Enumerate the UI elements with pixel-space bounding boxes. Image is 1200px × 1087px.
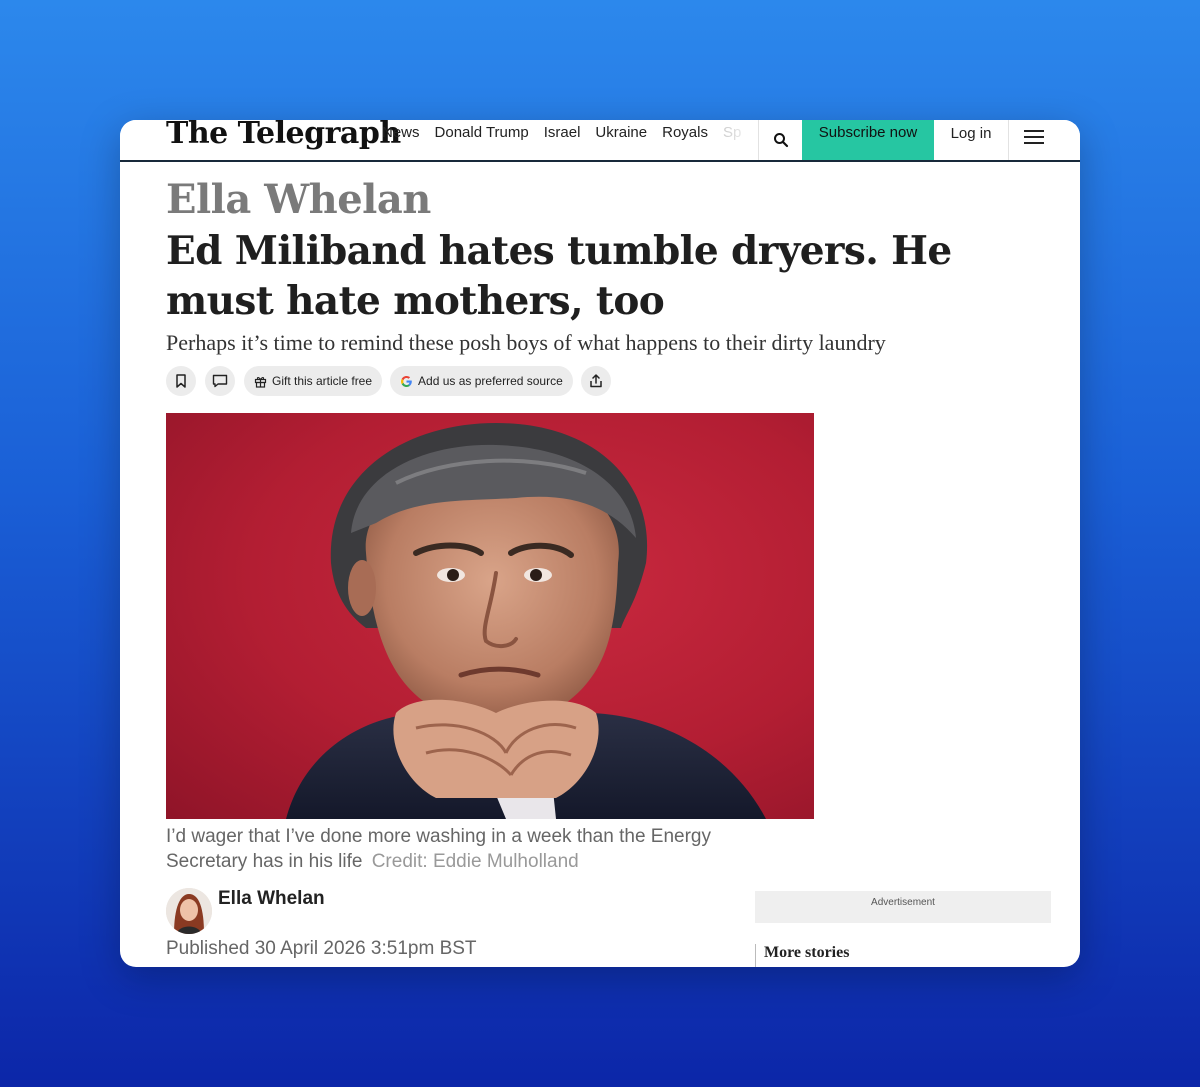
advertisement-slot: Advertisement (755, 891, 1051, 923)
google-preferred-source-label: Add us as preferred source (418, 374, 563, 388)
google-icon (400, 375, 413, 388)
author-avatar[interactable] (166, 888, 212, 934)
nav-item-donald-trump[interactable]: Donald Trump (435, 124, 529, 142)
google-preferred-source-button[interactable]: Add us as preferred source (390, 366, 573, 396)
subscribe-button[interactable]: Subscribe now (802, 120, 934, 160)
search-button[interactable] (758, 120, 802, 160)
nav-item-ukraine[interactable]: Ukraine (595, 124, 647, 142)
image-caption: I’d wager that I’ve done more washing in… (166, 824, 786, 874)
nav-item-israel[interactable]: Israel (544, 124, 581, 142)
comment-icon (212, 374, 228, 388)
gift-article-button[interactable]: Gift this article free (244, 366, 383, 396)
comment-button[interactable] (205, 366, 235, 396)
author-name[interactable]: Ella Whelan (218, 888, 325, 910)
more-stories-heading: More stories (764, 944, 850, 961)
article-hero-image (166, 413, 814, 819)
photo-credit: Credit: Eddie Mulholland (371, 851, 579, 872)
nav-fade-overlay (720, 120, 758, 160)
article-standfirst: Perhaps it’s time to remind these posh b… (166, 330, 886, 355)
browser-card: The Telegraph News Donald Trump Israel U… (120, 120, 1080, 967)
nav-item-royals[interactable]: Royals (662, 124, 708, 142)
hero-photo-illustration (286, 423, 766, 819)
more-stories-rule (755, 944, 756, 967)
login-link[interactable]: Log in (934, 120, 1008, 160)
published-date: Published 30 April 2026 3:51pm BST (166, 938, 477, 959)
telegraph-logo[interactable]: The Telegraph (166, 120, 401, 151)
article-headline: Ed Miliband hates tumble dryers. He must… (166, 228, 952, 324)
gift-icon (254, 375, 267, 388)
site-header: The Telegraph News Donald Trump Israel U… (120, 120, 1080, 162)
menu-button[interactable] (1008, 120, 1058, 160)
article-kicker[interactable]: Ella Whelan (166, 176, 431, 223)
nav-item-news[interactable]: News (382, 124, 420, 142)
gift-article-label: Gift this article free (272, 374, 373, 388)
hamburger-menu-icon (1023, 130, 1044, 144)
search-icon (773, 133, 788, 148)
share-button[interactable] (580, 366, 611, 396)
bookmark-icon (176, 374, 186, 388)
share-icon (590, 374, 602, 388)
main-nav: News Donald Trump Israel Ukraine Royals … (382, 124, 756, 142)
bookmark-button[interactable] (166, 366, 196, 396)
author-portrait (166, 888, 212, 934)
article-actions: Gift this article free Add us as preferr… (166, 366, 620, 396)
